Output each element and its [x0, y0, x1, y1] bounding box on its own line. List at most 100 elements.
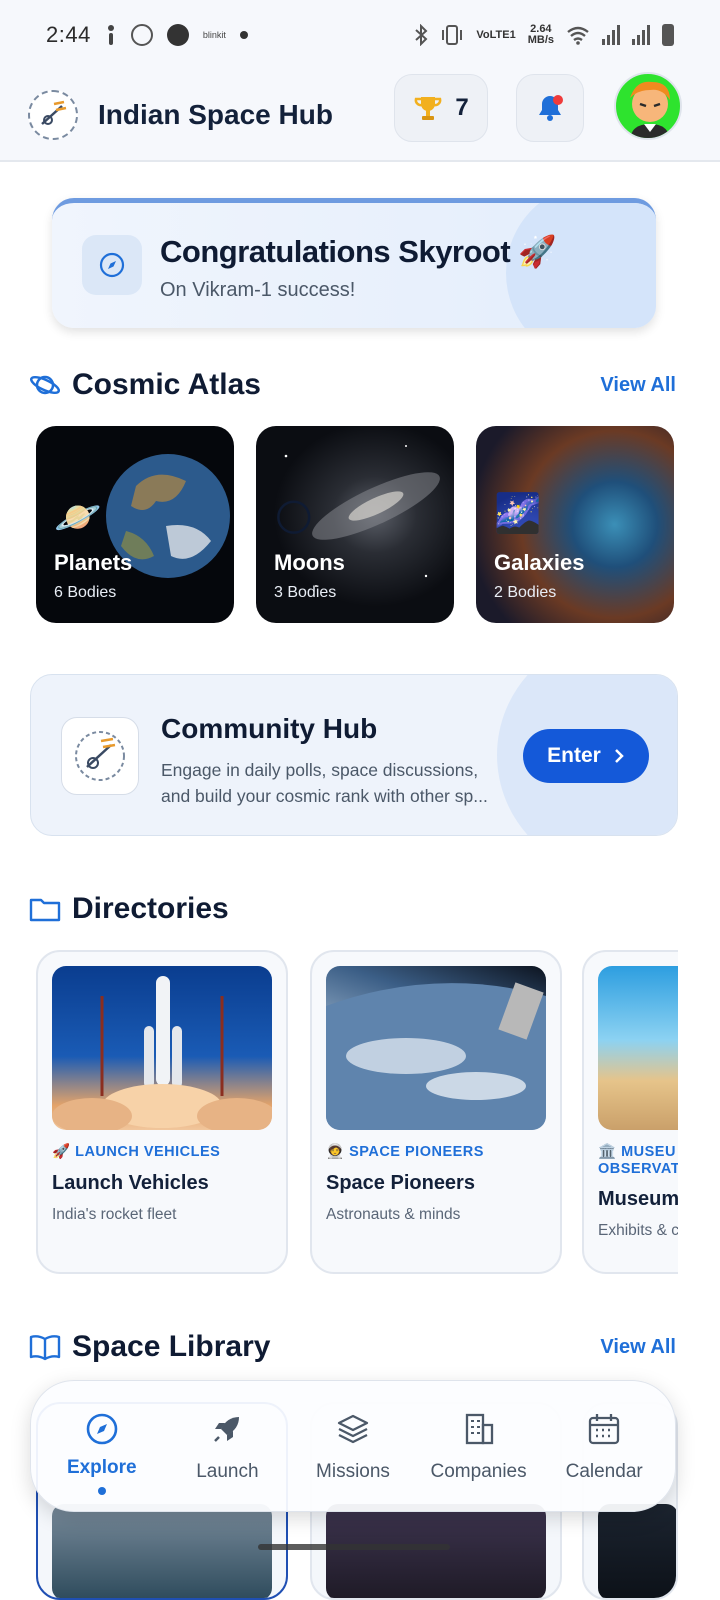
congrats-banner[interactable]: Congratulations Skyroot 🚀 On Vikram-1 su… [52, 198, 656, 328]
community-description: Engage in daily polls, space discussions… [161, 760, 488, 806]
wifi-icon [567, 26, 589, 45]
chevron-right-icon [614, 749, 624, 763]
directory-title: Launch Vehicles [52, 1172, 209, 1194]
directory-category: 🚀 LAUNCH VEHICLES [52, 1144, 221, 1160]
nav-label: Explore [66, 1457, 137, 1478]
volte-indicator: VoLTE1 [476, 28, 516, 41]
directory-category-line2: OBSERVAT [598, 1161, 678, 1177]
community-title: Community Hub [161, 713, 378, 744]
planet-ring-icon [29, 375, 61, 395]
compass-icon [86, 1413, 118, 1445]
atlas-card-name: Galaxies [494, 550, 585, 575]
section-title: Directories [72, 892, 229, 925]
directories-header: Directories [28, 892, 229, 926]
galaxy-emoji-icon: 🌌 [494, 493, 542, 535]
compass-icon [99, 252, 125, 278]
blinkit-notification-label: blinkit [202, 30, 226, 40]
directory-scroll-clip: 🏛️ MUSEU OBSERVAT Museum Exhibits & c [582, 950, 678, 1274]
directory-desc: India's rocket fleet [52, 1206, 177, 1223]
directory-desc: Astronauts & minds [326, 1206, 461, 1223]
layers-icon [337, 1414, 369, 1444]
nav-label: Launch [196, 1461, 259, 1482]
trophy-button[interactable]: 7 [394, 74, 488, 142]
directory-card-space-pioneers[interactable]: 🧑‍🚀 SPACE PIONEERS Space Pioneers Astron… [310, 950, 562, 1274]
app-notification-icon [130, 24, 153, 46]
trophy-count: 7 [455, 94, 469, 121]
community-logo [61, 717, 139, 795]
nav-label: Calendar [565, 1461, 643, 1482]
signal-icon [602, 25, 620, 45]
cosmic-atlas-view-all[interactable]: View All [600, 374, 676, 397]
atlas-card-count: 2 Bodies [494, 584, 557, 601]
nav-label: Companies [430, 1461, 527, 1482]
directory-title: Museum [598, 1188, 678, 1210]
atlas-card-name: Moons [274, 550, 345, 575]
atlas-card-galaxies[interactable]: 🌌 Galaxies 2 Bodies [476, 426, 674, 623]
space-library-header: Space Library [28, 1330, 270, 1364]
directory-category: 🏛️ MUSEU [598, 1144, 676, 1160]
atlas-card-moons[interactable]: 🌕 Moons 3 Bodies [256, 426, 454, 623]
calendar-icon [589, 1414, 620, 1445]
app-header: Indian Space Hub 7 [0, 70, 720, 162]
directory-card-museums[interactable]: 🏛️ MUSEU OBSERVAT Museum Exhibits & c [582, 950, 678, 1274]
banner-title: Congratulations Skyroot [160, 234, 511, 269]
enter-button[interactable]: Enter [523, 729, 649, 783]
nav-missions[interactable]: Missions [293, 1403, 413, 1483]
moon-emoji-icon: 🌕 [274, 498, 314, 540]
earth-from-iss-image [326, 982, 546, 1130]
cosmic-atlas-header: Cosmic Atlas [28, 368, 261, 402]
section-title: Space Library [72, 1330, 271, 1363]
directory-desc: Exhibits & c [598, 1222, 678, 1239]
nav-label: Missions [316, 1461, 390, 1482]
signal-icon [632, 25, 650, 45]
app-title: Indian Space Hub [98, 99, 333, 130]
app-notification-icon [166, 24, 189, 46]
directory-image [598, 966, 678, 1130]
compass-tile [82, 235, 142, 295]
net-speed-unit: MB/s [527, 34, 554, 46]
nav-companies[interactable]: Companies [419, 1403, 539, 1483]
home-indicator[interactable] [258, 1544, 450, 1550]
rocket-icon [214, 1417, 240, 1442]
accessibility-icon [107, 25, 114, 45]
directory-category: 🧑‍🚀 SPACE PIONEERS [326, 1144, 484, 1160]
app-logo[interactable] [28, 90, 78, 140]
atlas-card-count: 3 Bodies [274, 584, 337, 601]
satellite-logo-icon [41, 100, 67, 125]
satellite-logo-icon [75, 731, 125, 781]
building-icon [465, 1413, 493, 1445]
vibrate-icon [442, 25, 463, 45]
status-bar: 2:44 blinkit VoLTE1 2.64 MB/s [0, 0, 720, 70]
atlas-card-name: Planets [54, 550, 133, 575]
notifications-button[interactable] [516, 74, 584, 142]
bluetooth-icon [415, 24, 428, 46]
nav-explore[interactable]: Explore [42, 1403, 162, 1495]
nav-launch[interactable]: Launch [167, 1403, 287, 1483]
directory-title: Space Pioneers [326, 1172, 475, 1194]
avatar-face-icon [630, 81, 670, 138]
avatar[interactable] [614, 72, 682, 140]
directory-card-launch-vehicles[interactable]: 🚀 LAUNCH VEHICLES Launch Vehicles India'… [36, 950, 288, 1274]
space-library-view-all[interactable]: View All [600, 1336, 676, 1359]
planet-emoji-icon: 🪐 [54, 497, 102, 539]
rocket-emoji-icon: 🚀 [518, 234, 557, 269]
community-hub-card[interactable]: Community Hub Engage in daily polls, spa… [30, 674, 678, 836]
atlas-card-count: 6 Bodies [54, 584, 117, 601]
active-indicator [97, 1487, 106, 1495]
directory-image [326, 966, 546, 1130]
section-title: Cosmic Atlas [72, 368, 261, 401]
atlas-card-planets[interactable]: 🪐 Planets 6 Bodies [36, 426, 234, 623]
rocket-launch-image [52, 976, 272, 1130]
battery-icon [662, 24, 674, 46]
more-notifications-icon [239, 31, 248, 39]
bottom-nav: Explore Launch Missions Companies Calend… [30, 1380, 676, 1512]
notification-dot [553, 95, 563, 105]
folder-icon [29, 898, 61, 922]
status-time: 2:44 [46, 22, 91, 47]
banner-subtitle: On Vikram-1 success! [160, 279, 356, 301]
nav-calendar[interactable]: Calendar [544, 1403, 664, 1483]
book-icon [29, 1335, 61, 1361]
directory-image [52, 966, 272, 1130]
trophy-icon [414, 97, 442, 120]
enter-button-label: Enter [547, 744, 601, 767]
